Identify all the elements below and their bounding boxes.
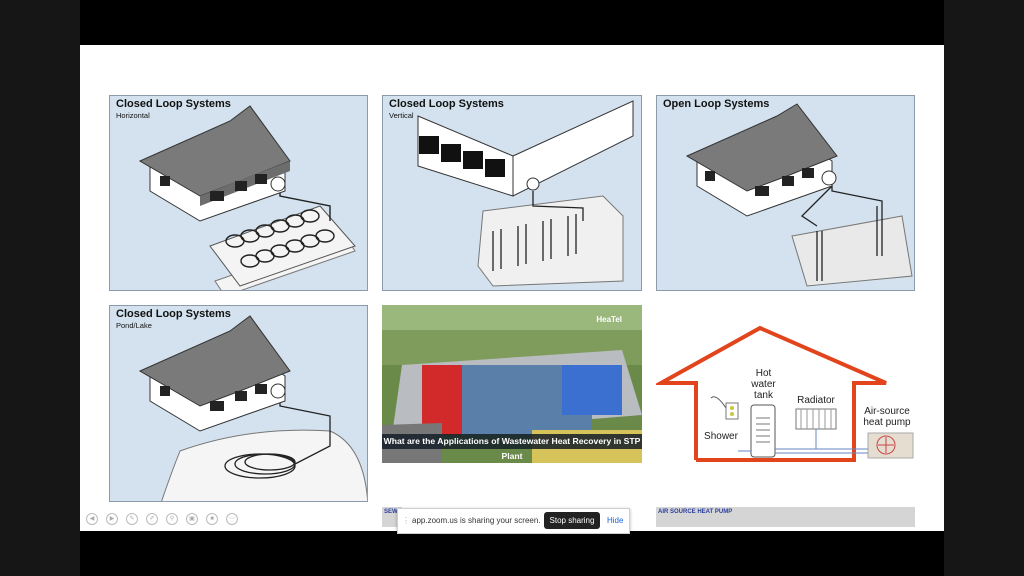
hide-button[interactable]: Hide: [607, 516, 623, 525]
panel-open-loop: Open Loop Systems: [656, 95, 915, 291]
shower-label: Shower: [704, 431, 738, 442]
vertical-loop-illustration: [417, 100, 634, 287]
open-loop-illustration: [685, 103, 913, 287]
left-letterbox: [0, 0, 80, 576]
panel-title: Closed Loop Systems: [389, 98, 504, 110]
air-source-label-strip: AIR SOURCE HEAT PUMP: [656, 507, 915, 527]
pen-icon[interactable]: ✎: [126, 513, 138, 525]
stop-sharing-button[interactable]: Stop sharing: [544, 512, 600, 529]
wastewater-heat-recovery-image: HeaTel What are the Applications of Wast…: [382, 305, 642, 463]
hot-water-tank-label: Hot water tank: [747, 368, 780, 401]
panel-subtitle: Horizontal: [116, 111, 150, 120]
air-source-diagram: Hot water tank Radiator Shower Air-sourc…: [656, 323, 916, 468]
more-icon[interactable]: ⋯: [226, 513, 238, 525]
label-line: heat pump: [863, 417, 911, 428]
photo-caption: What are the Applications of Wastewater …: [382, 434, 642, 461]
horizontal-loop-illustration: [138, 105, 356, 290]
house-outline: [656, 325, 914, 462]
screen-share-bar: ⋮ app.zoom.us is sharing your screen. St…: [397, 508, 630, 534]
panel-title: Closed Loop Systems: [116, 98, 231, 110]
back-icon[interactable]: ◀: [86, 513, 98, 525]
panel-title: Open Loop Systems: [663, 98, 770, 110]
share-message: app.zoom.us is sharing your screen.: [412, 516, 541, 525]
right-letterbox: [944, 0, 1024, 576]
label-line: water: [751, 379, 776, 390]
camera-icon[interactable]: ■: [206, 513, 218, 525]
presentation-toolbar: ◀ ▶ ✎ ✐ ⚲ ▣ ■ ⋯: [86, 513, 238, 525]
pond-loop-illustration: [138, 315, 367, 501]
label-line: tank: [754, 390, 773, 401]
drag-handle-icon[interactable]: ⋮: [402, 516, 410, 525]
label-line: Hot: [755, 368, 772, 379]
panel-subtitle: Pond/Lake: [116, 321, 152, 330]
radiator-label: Radiator: [797, 395, 835, 406]
label-line: Air-source: [864, 406, 910, 417]
panel-closed-pond: Closed Loop Systems Pond/Lake: [109, 305, 368, 502]
panel-subtitle: Vertical: [389, 111, 414, 120]
panel-closed-vertical: Closed Loop Systems Vertical: [382, 95, 642, 291]
photo-logo: HeaTel: [596, 315, 622, 324]
air-source-heat-pump-label: Air-source heat pump: [858, 406, 916, 428]
edit-icon[interactable]: ✐: [146, 513, 158, 525]
forward-icon[interactable]: ▶: [106, 513, 118, 525]
panel-title: Closed Loop Systems: [116, 308, 231, 320]
zoom-icon[interactable]: ⚲: [166, 513, 178, 525]
slides-icon[interactable]: ▣: [186, 513, 198, 525]
panel-closed-horizontal: Closed Loop Systems Horizontal: [109, 95, 368, 291]
